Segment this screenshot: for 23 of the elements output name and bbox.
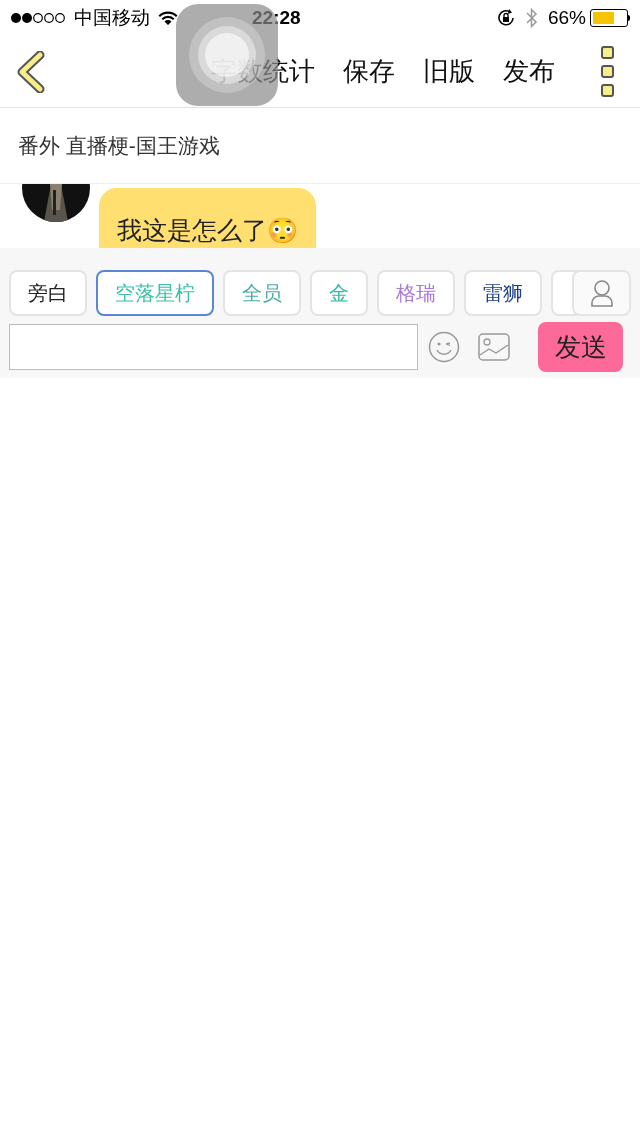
character-chip[interactable]: 雷狮 [464,270,542,316]
back-button[interactable] [16,50,46,93]
rotation-lock-icon [495,8,516,28]
clock-time: 22:28 [252,5,301,30]
message-bubble: 我这是怎么了😳 [99,188,316,248]
signal-icon [10,12,66,24]
battery-icon [590,9,630,27]
send-button[interactable]: 发送 [538,322,623,372]
user-icon [589,279,614,307]
bluetooth-icon [525,7,538,29]
nav-action-button[interactable]: 发布 [503,52,555,91]
chapter-title: 番外 直播梗-国王游戏 [18,132,220,159]
wifi-icon [158,10,178,26]
more-menu-button[interactable] [601,46,614,97]
emoji-button[interactable] [428,331,460,363]
character-chip[interactable]: 旁白 [9,270,87,316]
user-button[interactable] [572,270,631,316]
message-input[interactable] [9,324,418,370]
image-button[interactable] [478,333,510,361]
battery-percent: 66% [547,5,586,30]
nav-action-button[interactable]: 旧版 [423,52,475,91]
nav-action-button[interactable]: 保存 [343,52,395,91]
carrier-name: 中国移动 [74,5,150,30]
